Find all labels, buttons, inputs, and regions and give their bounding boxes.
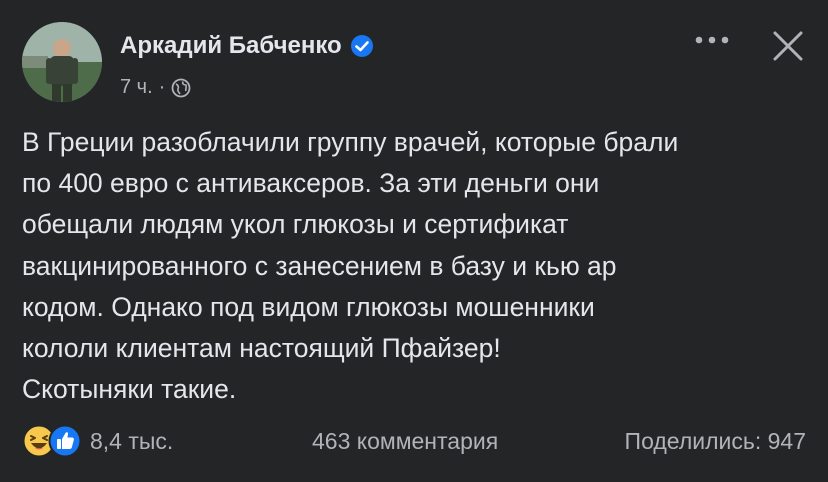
meta-separator: · <box>158 76 166 98</box>
like-icon <box>48 424 82 458</box>
post-text-line: кололи клиентам настоящий Пфайзер! <box>22 333 501 364</box>
author-name-row[interactable]: Аркадий Бабченко <box>120 32 374 60</box>
close-icon <box>773 31 803 61</box>
post-text: В Греции разоблачили группу врачей, кото… <box>22 122 812 410</box>
more-options-button[interactable] <box>692 28 732 52</box>
post-text-line: В Греции разоблачили группу врачей, кото… <box>22 127 679 157</box>
shares-link[interactable]: Поделились: 947 <box>625 428 806 455</box>
comments-link[interactable]: 463 комментария <box>312 428 498 455</box>
post-text-line: кодом. Однако под видом глюкозы мошенник… <box>22 291 595 322</box>
post-meta: 7 ч. · <box>120 76 191 99</box>
reactions-summary[interactable]: 8,4 тыс. <box>22 424 173 458</box>
post-text-line: Скотыняки такие. <box>22 374 237 405</box>
globe-icon[interactable] <box>171 78 191 98</box>
author-avatar[interactable] <box>22 22 102 102</box>
close-button[interactable] <box>770 28 806 64</box>
reaction-count[interactable]: 8,4 тыс. <box>90 428 173 455</box>
post-text-line: вакцинированного с занесением в базу и к… <box>22 250 617 281</box>
avatar-photo <box>22 22 102 102</box>
post-text-line: по 400 евро с антиваксеров. За эти деньг… <box>22 168 600 199</box>
more-icon <box>695 36 729 44</box>
verified-badge-icon <box>350 35 373 57</box>
author-name[interactable]: Аркадий Бабченко <box>120 32 342 60</box>
post-text-line: обещали людям укол глюкозы и сертификат <box>22 209 569 240</box>
post-footer: 8,4 тыс. 463 комментария Поделились: 947 <box>22 420 806 460</box>
post-time[interactable]: 7 ч. <box>120 76 153 99</box>
